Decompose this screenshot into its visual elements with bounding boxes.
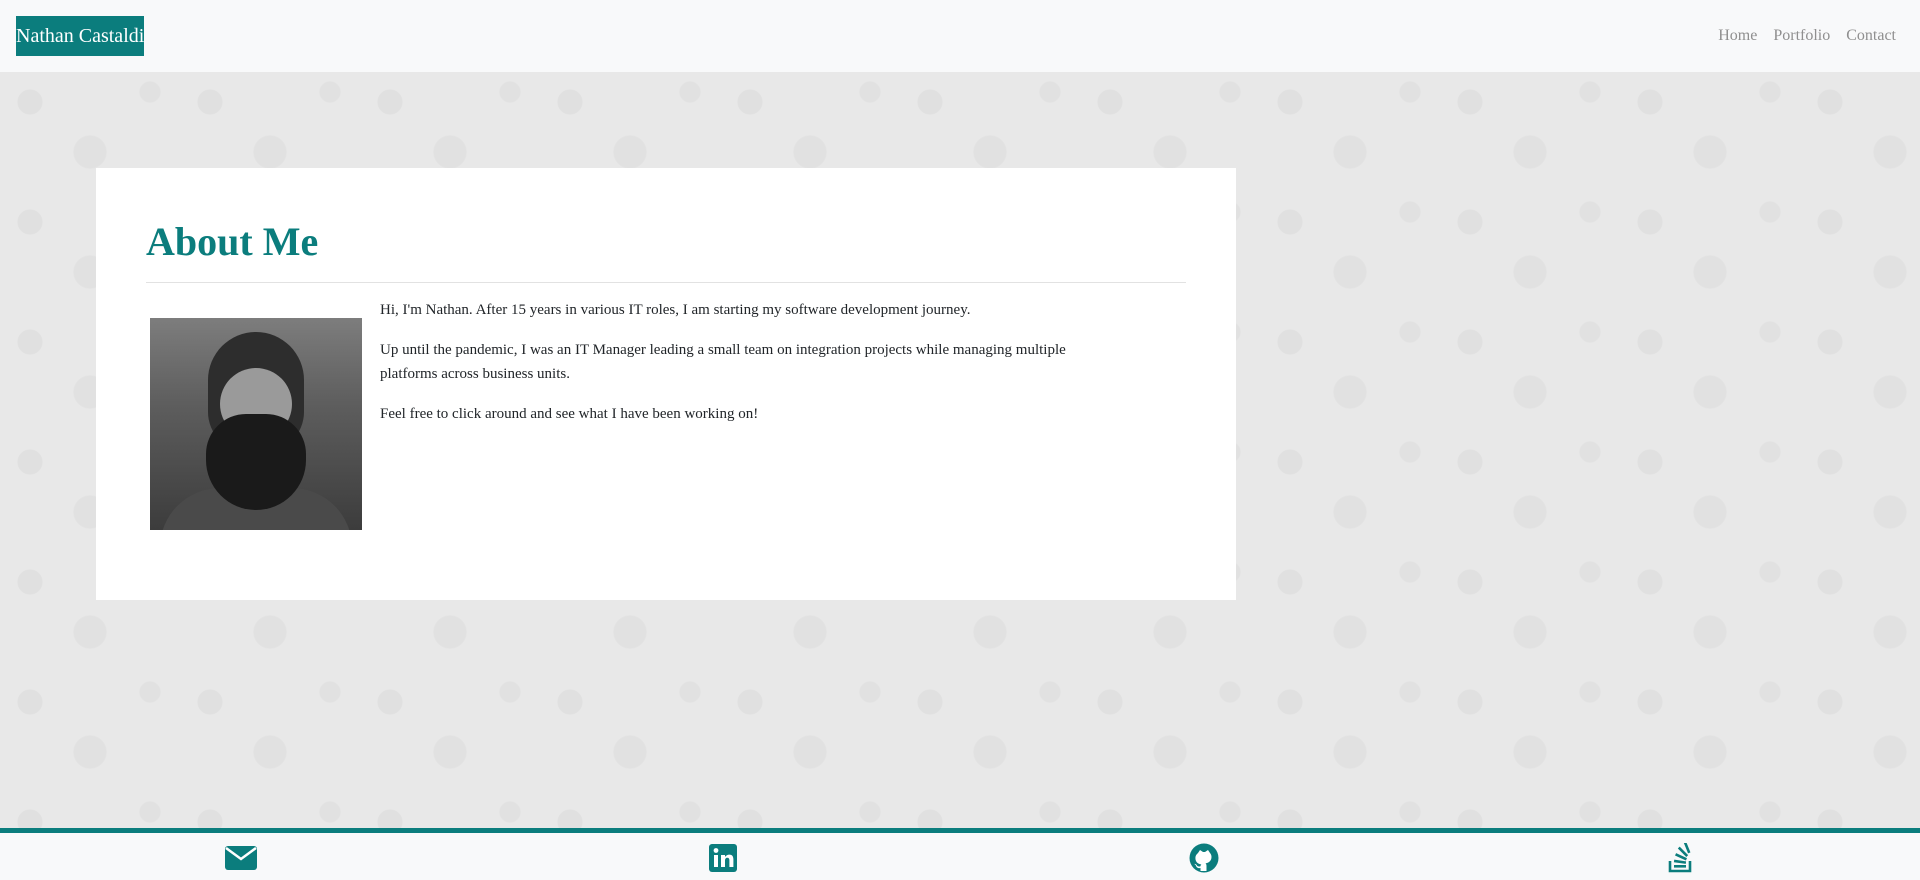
nav-link-portfolio[interactable]: Portfolio — [1773, 27, 1830, 45]
profile-photo — [150, 318, 362, 530]
footer — [0, 828, 1920, 880]
about-paragraph-3: Feel free to click around and see what I… — [380, 406, 759, 422]
stackoverflow-icon[interactable] — [1664, 843, 1698, 873]
github-icon[interactable] — [1187, 843, 1221, 873]
envelope-icon[interactable] — [224, 843, 258, 873]
nav-links: Home Portfolio Contact — [1718, 27, 1896, 45]
nav-link-home[interactable]: Home — [1718, 27, 1757, 45]
page-title: About Me — [146, 219, 319, 264]
about-text: Hi, I'm Nathan. After 15 years in variou… — [380, 298, 1080, 530]
brand-logo[interactable]: Nathan Castaldi — [16, 16, 144, 56]
about-content: Hi, I'm Nathan. After 15 years in variou… — [146, 298, 1080, 530]
about-card: About Me Hi, I'm Nathan. After 15 years … — [96, 168, 1236, 600]
about-paragraph-2: Up until the pandemic, I was an IT Manag… — [380, 342, 1066, 382]
linkedin-icon[interactable] — [706, 843, 740, 873]
about-paragraph-1: Hi, I'm Nathan. After 15 years in variou… — [380, 302, 971, 318]
navbar: Nathan Castaldi Home Portfolio Contact — [0, 0, 1920, 72]
nav-link-contact[interactable]: Contact — [1846, 27, 1896, 45]
divider — [146, 282, 1186, 283]
